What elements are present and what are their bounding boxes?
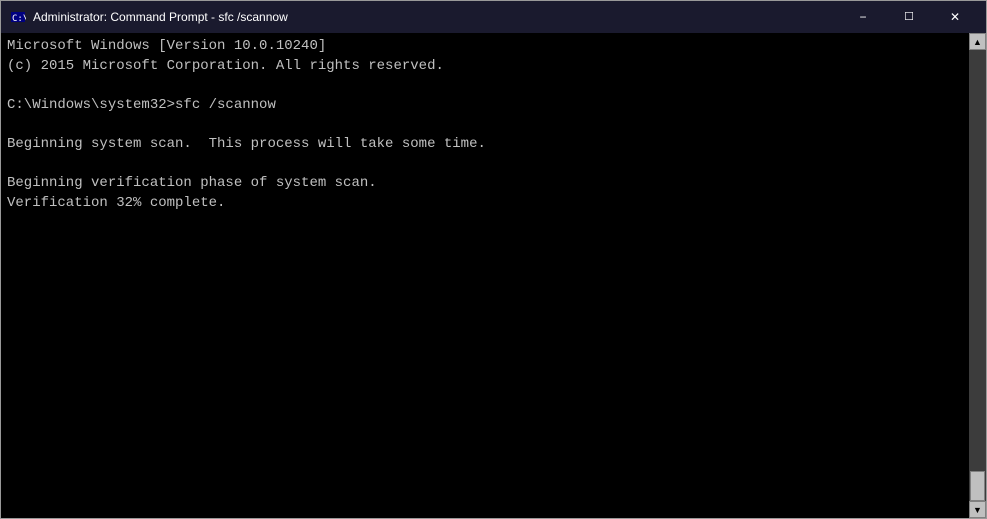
terminal-body: Microsoft Windows [Version 10.0.10240] (… <box>1 33 986 518</box>
scrollbar[interactable]: ▲ ▼ <box>969 33 986 518</box>
title-bar: C:\ Administrator: Command Prompt - sfc … <box>1 1 986 33</box>
terminal-output: Microsoft Windows [Version 10.0.10240] (… <box>7 37 963 213</box>
scrollbar-thumb[interactable] <box>970 471 985 501</box>
cmd-icon: C:\ <box>9 8 27 26</box>
window-controls: − ☐ ✕ <box>840 1 978 33</box>
scrollbar-track[interactable] <box>969 50 986 501</box>
command-prompt-window: C:\ Administrator: Command Prompt - sfc … <box>0 0 987 519</box>
minimize-button[interactable]: − <box>840 1 886 33</box>
svg-text:C:\: C:\ <box>12 14 26 24</box>
maximize-button[interactable]: ☐ <box>886 1 932 33</box>
window-title: Administrator: Command Prompt - sfc /sca… <box>33 10 840 24</box>
close-button[interactable]: ✕ <box>932 1 978 33</box>
terminal-content[interactable]: Microsoft Windows [Version 10.0.10240] (… <box>1 33 969 518</box>
scroll-up-button[interactable]: ▲ <box>969 33 986 50</box>
scroll-down-button[interactable]: ▼ <box>969 501 986 518</box>
